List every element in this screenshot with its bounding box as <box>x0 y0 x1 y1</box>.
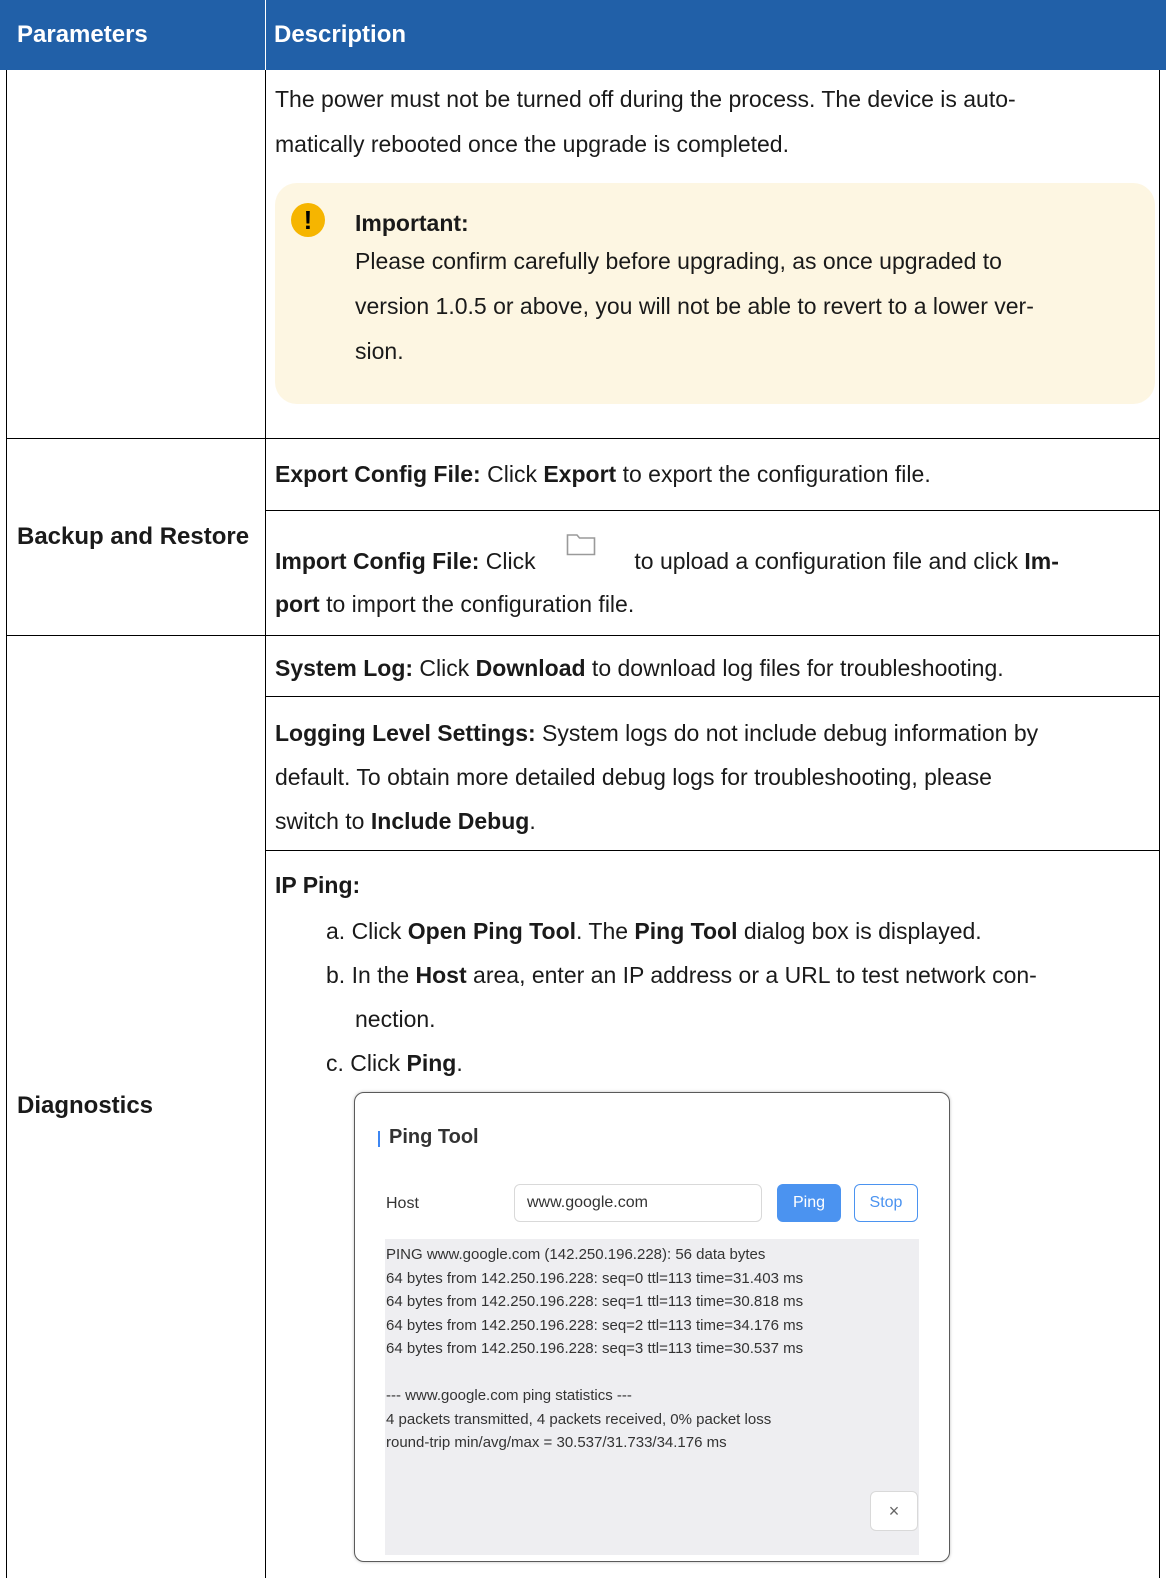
header-divider <box>265 0 266 70</box>
export-config-text: Export Config File: Click Export to expo… <box>275 461 931 487</box>
note-title: Important: <box>355 210 469 236</box>
header-parameters: Parameters <box>17 21 148 48</box>
ip-ping-label: IP Ping: <box>275 872 361 898</box>
exclamation-icon: ! <box>291 203 325 237</box>
ping-tool-title: Ping Tool <box>389 1126 479 1148</box>
cell-divider <box>265 510 1160 511</box>
title-accent-bar <box>378 1131 380 1147</box>
table-left-border <box>6 70 7 1578</box>
host-input[interactable]: www.google.com <box>514 1184 762 1222</box>
important-note: ! Important: Please confirm carefully be… <box>275 183 1155 404</box>
param-diagnostics: Diagnostics <box>17 1092 154 1119</box>
param-backup-restore: Backup and Restore <box>17 523 250 550</box>
host-label: Host <box>386 1195 419 1212</box>
ping-output: PING www.google.com (142.250.196.228): 5… <box>385 1239 919 1555</box>
row-divider <box>6 635 1160 636</box>
import-config-text-cont: to upload a configuration file and click… <box>628 548 1059 574</box>
ping-tool-dialog: Ping Tool Host www.google.com Ping Stop … <box>354 1092 950 1562</box>
row-divider <box>6 438 1160 439</box>
cell-divider <box>265 850 1160 851</box>
table-right-border <box>1159 70 1160 1578</box>
ping-button[interactable]: Ping <box>777 1184 841 1222</box>
column-divider <box>265 70 266 1578</box>
ping-steps: a. Click Open Ping Tool. The Ping Tool d… <box>326 918 1037 1076</box>
table-header: Parameters Description <box>0 0 1166 70</box>
system-log-text: System Log: Click Download to download l… <box>275 655 1004 681</box>
import-config-text-line2: port to import the configuration file. <box>275 591 635 617</box>
folder-icon <box>566 534 596 556</box>
header-description: Description <box>274 21 407 48</box>
note-body: Please confirm carefully before upgradin… <box>355 248 1034 364</box>
import-config-text: Import Config File: Click <box>275 548 543 574</box>
cell-divider <box>265 696 1160 697</box>
logging-level-text: Logging Level Settings: System logs do n… <box>275 720 1039 834</box>
upgrade-text: The power must not be turned off during … <box>275 86 1016 157</box>
stop-button[interactable]: Stop <box>854 1184 918 1222</box>
close-button[interactable]: × <box>870 1491 918 1531</box>
